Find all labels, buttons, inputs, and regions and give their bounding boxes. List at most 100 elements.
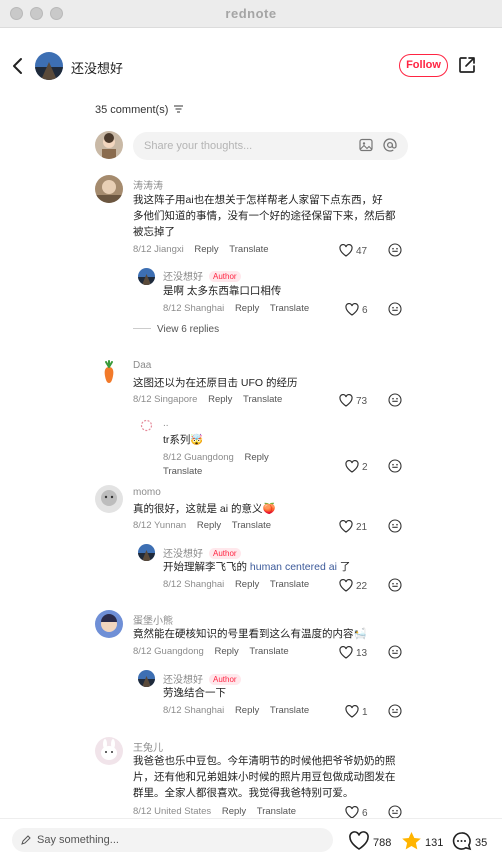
comment-meta: 8/12 Singapore Reply Translate xyxy=(133,394,282,405)
reply-meta: 8/12 Shanghai Reply Translate xyxy=(163,303,309,314)
like-button[interactable]: 47 xyxy=(339,243,367,257)
reply-button[interactable]: Reply xyxy=(214,646,238,657)
say-something-input[interactable] xyxy=(12,828,333,852)
commenter-avatar[interactable] xyxy=(95,175,123,203)
translate-button[interactable]: Translate xyxy=(270,705,309,716)
emoji-reaction-icon[interactable] xyxy=(388,805,402,819)
like-count: 2 xyxy=(362,462,368,473)
replier-avatar[interactable] xyxy=(138,417,155,434)
reply-date: 8/12 xyxy=(163,579,182,590)
search-link[interactable]: human centered ai xyxy=(250,561,337,573)
mention-icon[interactable] xyxy=(383,138,397,152)
comment-location: Jiangxi xyxy=(154,244,184,255)
replier-name[interactable]: .. xyxy=(163,418,169,429)
author-avatar[interactable] xyxy=(35,52,63,80)
like-button[interactable]: 1 xyxy=(345,704,368,718)
image-icon[interactable] xyxy=(359,138,373,152)
replier-avatar[interactable] xyxy=(138,268,155,285)
reply-text: 是啊 太多东西靠口口相传 xyxy=(163,285,282,297)
commenter-avatar[interactable] xyxy=(95,358,123,386)
post-comment-count: 35 xyxy=(475,837,488,849)
commenter-avatar[interactable] xyxy=(95,737,123,765)
reply-button[interactable]: Reply xyxy=(235,579,259,590)
replier-avatar[interactable] xyxy=(138,670,155,687)
reply-button[interactable]: Reply xyxy=(222,806,246,817)
emoji-reaction-icon[interactable] xyxy=(388,393,402,407)
translate-button[interactable]: Translate xyxy=(229,244,268,255)
translate-button[interactable]: Translate xyxy=(163,466,202,477)
like-button[interactable]: 2 xyxy=(345,459,368,473)
reply-button[interactable]: Reply xyxy=(244,452,268,463)
pencil-icon xyxy=(21,835,31,845)
heart-icon xyxy=(345,302,359,316)
emoji-reaction-icon[interactable] xyxy=(388,578,402,592)
comment-date: 8/12 xyxy=(133,520,152,531)
post-collect-count: 131 xyxy=(425,837,444,849)
commenter-name[interactable]: 蛋堡小熊 xyxy=(133,612,173,627)
like-count: 1 xyxy=(362,707,368,718)
translate-button[interactable]: Translate xyxy=(243,394,282,405)
author-badge: Author xyxy=(209,674,241,685)
like-button[interactable]: 22 xyxy=(339,578,367,592)
translate-button[interactable]: Translate xyxy=(257,806,296,817)
emoji-reaction-icon[interactable] xyxy=(388,302,402,316)
like-button[interactable]: 73 xyxy=(339,393,368,407)
share-icon[interactable] xyxy=(458,56,476,74)
commenter-name[interactable]: momo xyxy=(133,487,161,498)
comment-location: Yunnan xyxy=(153,520,187,531)
commenter-name[interactable]: 涛涛涛 xyxy=(133,177,163,192)
sort-icon[interactable] xyxy=(174,105,184,113)
window-titlebar: rednote xyxy=(0,0,502,28)
emoji-reaction-icon[interactable] xyxy=(388,645,402,659)
reply-button[interactable]: Reply xyxy=(235,303,259,314)
follow-button[interactable]: Follow xyxy=(399,54,448,77)
reply-button[interactable]: Reply xyxy=(235,705,259,716)
emoji-reaction-icon[interactable] xyxy=(388,519,402,533)
commenter-avatar[interactable] xyxy=(95,485,123,513)
author-name[interactable]: 还没想好 xyxy=(71,58,123,77)
like-button[interactable]: 21 xyxy=(339,519,367,533)
heart-icon xyxy=(339,578,353,592)
replier-name-text: 还没想好 xyxy=(163,272,203,283)
back-arrow-icon[interactable] xyxy=(10,56,26,76)
reply-button[interactable]: Reply xyxy=(197,520,221,531)
post-header: 还没想好 Follow xyxy=(0,44,502,88)
replier-avatar[interactable] xyxy=(138,544,155,561)
translate-button[interactable]: Translate xyxy=(249,646,288,657)
view-replies-link[interactable]: View 6 replies xyxy=(133,324,219,335)
reply-button[interactable]: Reply xyxy=(194,244,218,255)
comment-location: Guangdong xyxy=(154,646,204,657)
replier-name[interactable]: 还没想好 Author xyxy=(163,671,241,686)
window-title: rednote xyxy=(225,6,277,21)
reply-text: tr系列🤯 xyxy=(163,434,204,446)
reply-button[interactable]: Reply xyxy=(208,394,232,405)
reply-text: 劳逸结合一下 xyxy=(163,687,226,699)
comment-location: United States xyxy=(154,806,212,817)
commenter-name[interactable]: Daa xyxy=(133,360,151,371)
translate-button[interactable]: Translate xyxy=(232,520,271,531)
post-comment-button[interactable]: 35 xyxy=(451,831,487,851)
commenter-name[interactable]: 王兔儿 xyxy=(133,739,163,754)
emoji-reaction-icon[interactable] xyxy=(388,704,402,718)
reply-location: Shanghai xyxy=(184,303,225,314)
like-button[interactable]: 13 xyxy=(339,645,367,659)
reply-date: 8/12 xyxy=(163,303,182,314)
emoji-reaction-icon[interactable] xyxy=(388,459,402,473)
comment-text-line: 我爸爸也乐中豆包。今年清明节的时候他把爷爷奶奶的照 xyxy=(133,755,396,767)
commenter-avatar[interactable] xyxy=(95,610,123,638)
replier-name[interactable]: 还没想好 Author xyxy=(163,545,241,560)
heart-icon xyxy=(349,831,369,850)
translate-button[interactable]: Translate xyxy=(270,579,309,590)
star-icon xyxy=(402,832,421,850)
like-count: 73 xyxy=(356,396,368,407)
emoji-reaction-icon[interactable] xyxy=(388,243,402,257)
like-button[interactable]: 6 xyxy=(345,302,368,316)
view-replies-label: View 6 replies xyxy=(157,324,220,335)
comment-date: 8/12 xyxy=(133,244,152,255)
post-collect-button[interactable]: 131 xyxy=(401,831,443,851)
post-like-button[interactable]: 788 xyxy=(348,831,391,851)
reply-text: 开始理解李飞飞的 human centered ai 了 xyxy=(163,559,350,575)
replier-name[interactable]: 还没想好 Author xyxy=(163,268,241,283)
translate-button[interactable]: Translate xyxy=(270,303,309,314)
comment-count: 35 comment(s) xyxy=(95,104,184,116)
